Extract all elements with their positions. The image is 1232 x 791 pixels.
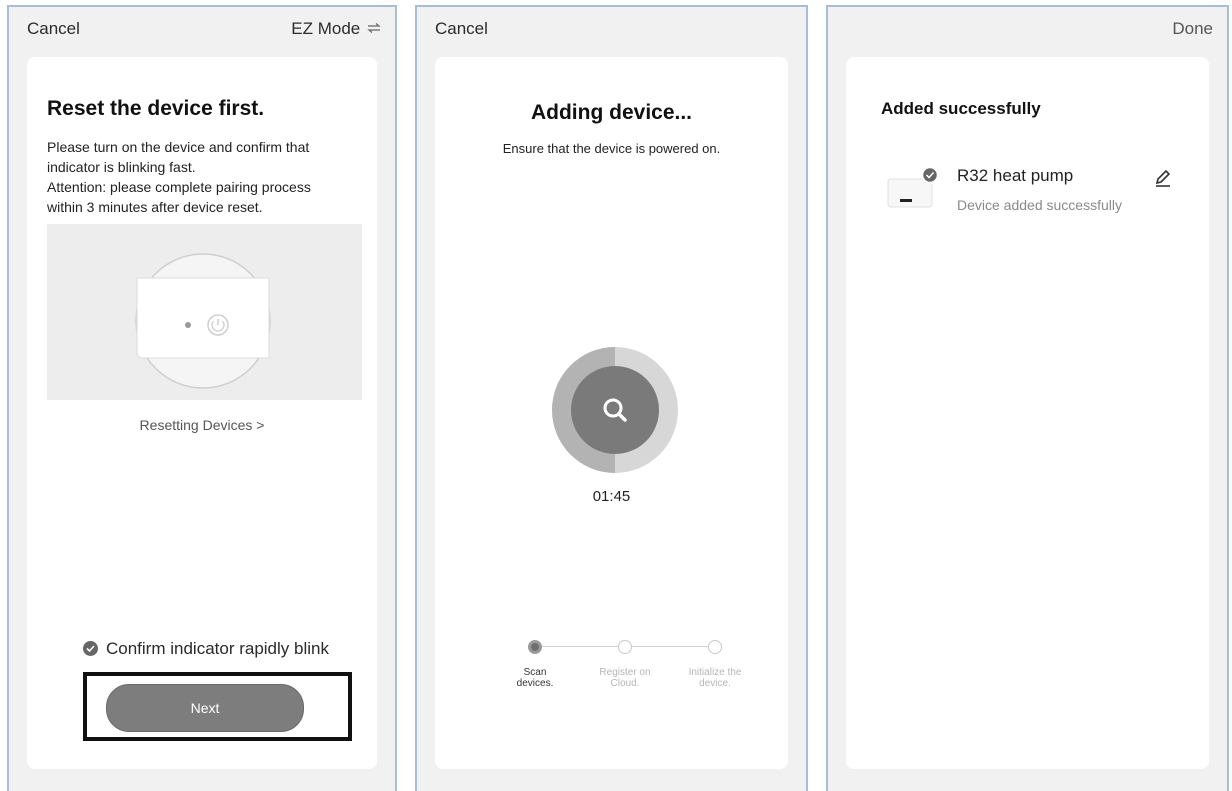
instructions-text: Please turn on the device and confirm th… <box>47 137 357 217</box>
scan-progress-indicator <box>552 347 678 473</box>
countdown-timer: 01:45 <box>592 488 631 505</box>
ez-mode-button[interactable]: EZ Mode <box>291 19 381 39</box>
instructions-line: Attention: please complete pairing proce… <box>47 179 311 195</box>
page-title: Adding device... <box>530 101 693 124</box>
ez-mode-label: EZ Mode <box>291 19 361 38</box>
step-label: Scan <box>523 667 547 678</box>
pencil-icon[interactable] <box>1153 168 1173 188</box>
done-button[interactable]: Done <box>1172 19 1213 39</box>
check-circle-icon[interactable] <box>83 641 98 656</box>
step-label: devices. <box>516 678 554 689</box>
screen-added-successfully: Done Added successfully R32 heat pump De… <box>826 5 1229 791</box>
top-bar: Done <box>846 19 1213 43</box>
confirm-checkbox-row[interactable]: Confirm indicator rapidly blink <box>83 639 329 659</box>
progress-steps: Scan devices. Register on Cloud. Initial… <box>495 640 745 710</box>
swap-arrows-icon <box>367 19 381 33</box>
cancel-button[interactable]: Cancel <box>435 19 488 39</box>
step-initialize-device: Initialize the device. <box>675 640 755 689</box>
content-card: Adding device... Ensure that the device … <box>435 57 788 769</box>
device-name: R32 heat pump <box>957 166 1074 185</box>
instructions-line: indicator is blinking fast. <box>47 159 196 175</box>
screen-adding-device: Cancel Adding device... Ensure that the … <box>415 5 808 791</box>
resetting-devices-link[interactable]: Resetting Devices > <box>27 417 377 433</box>
next-button[interactable]: Next <box>106 684 304 732</box>
step-label: Register on <box>599 667 651 678</box>
reset-illustration <box>47 224 362 400</box>
step-scan-devices: Scan devices. <box>495 640 575 689</box>
search-icon <box>598 393 632 427</box>
confirm-label: Confirm indicator rapidly blink <box>106 639 329 658</box>
device-status: Device added successfully <box>957 197 1122 213</box>
screen-reset-device: Cancel EZ Mode Reset the device first. P… <box>7 5 397 791</box>
content-card: Added successfully R32 heat pump Device … <box>846 57 1209 769</box>
instructions-line: within 3 minutes after device reset. <box>47 199 263 215</box>
top-bar: Cancel <box>435 19 792 43</box>
step-label: Cloud. <box>610 678 640 689</box>
page-title: Added successfully <box>881 99 1041 118</box>
top-bar: Cancel EZ Mode <box>27 19 381 43</box>
heat-pump-device-icon[interactable] <box>886 166 946 211</box>
cancel-button[interactable]: Cancel <box>27 19 80 39</box>
step-register-cloud: Register on Cloud. <box>585 640 665 689</box>
step-active-icon <box>528 640 542 654</box>
cloud-icon <box>618 640 632 654</box>
page-title: Reset the device first. <box>47 97 265 120</box>
content-card: Reset the device first. Please turn on t… <box>27 57 377 769</box>
instructions-line: Please turn on the device and confirm th… <box>47 139 310 155</box>
step-label: Initialize the <box>688 667 742 678</box>
subtitle: Ensure that the device is powered on. <box>502 141 721 156</box>
step-label: device. <box>699 678 731 689</box>
initialize-icon <box>708 640 722 654</box>
